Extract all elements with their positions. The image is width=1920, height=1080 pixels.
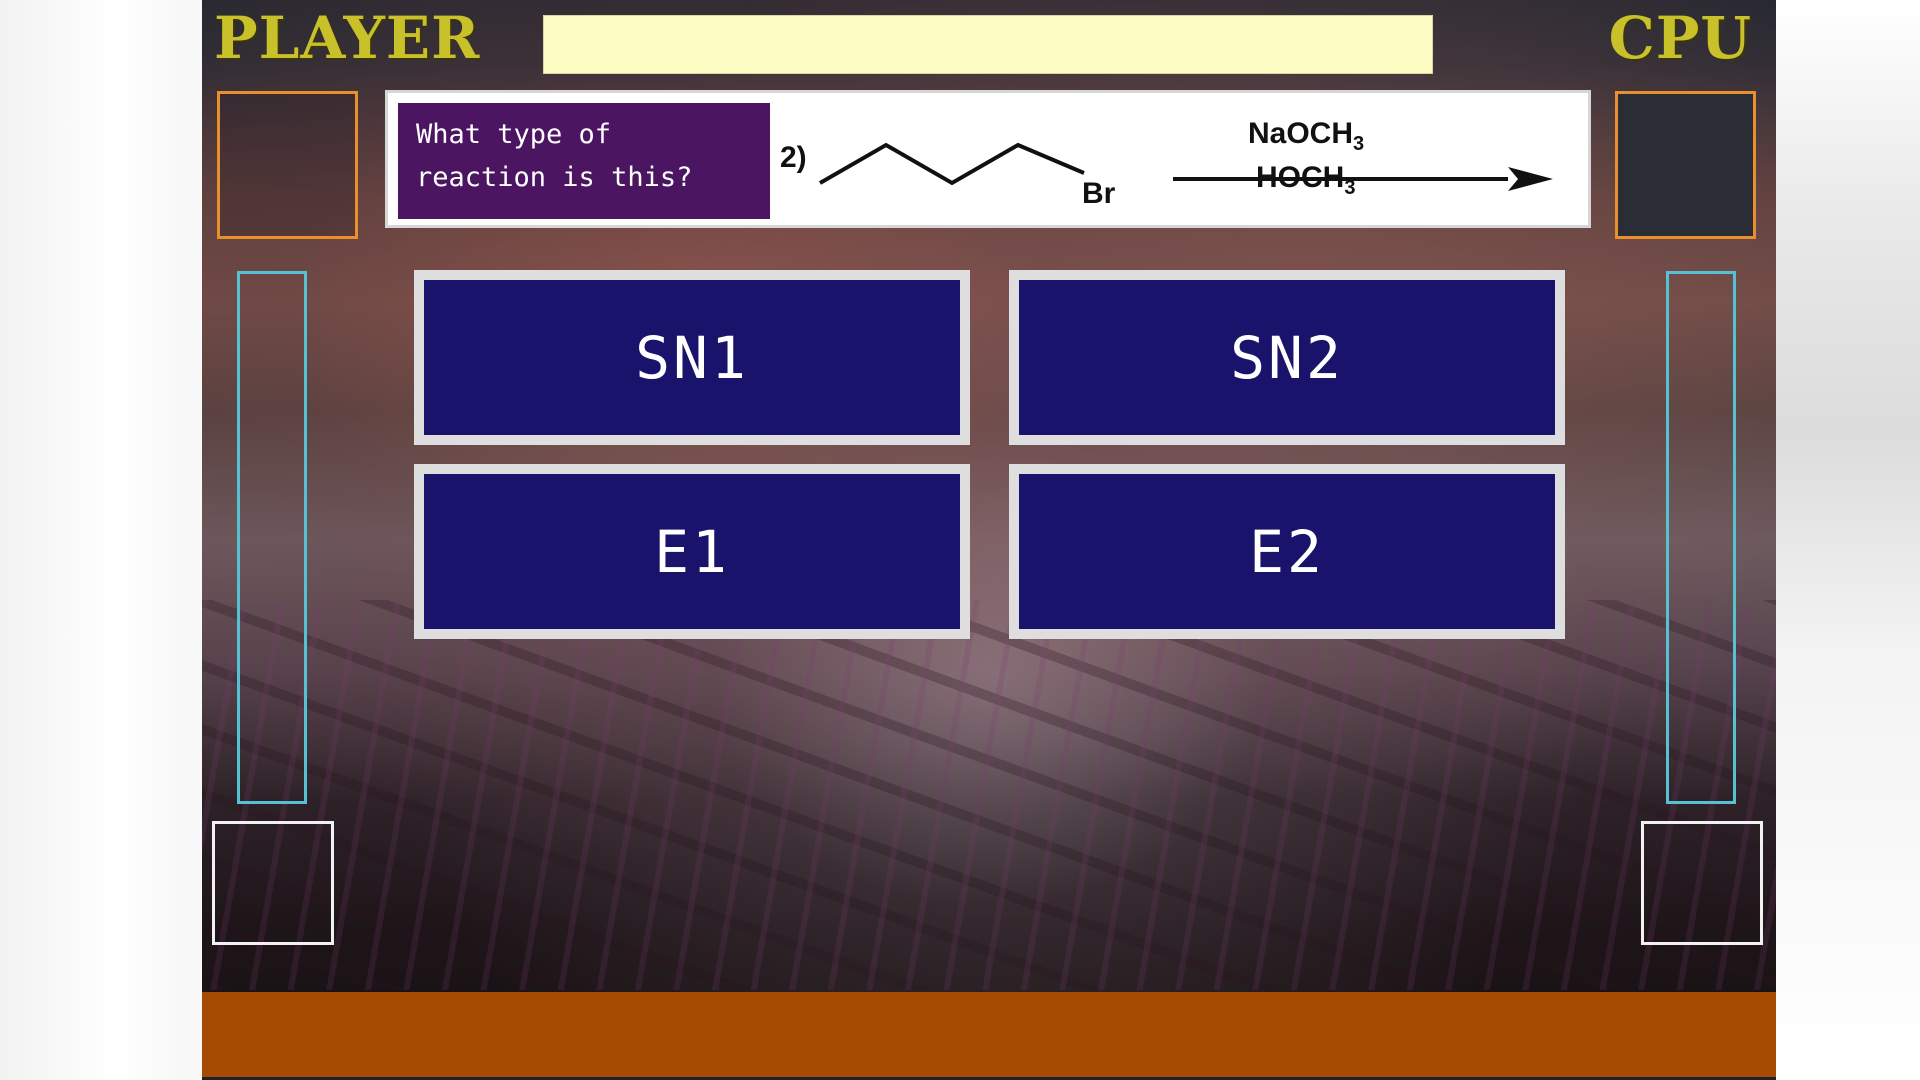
answer-label: SN1 [635,323,749,392]
question-panel: What type of reaction is this? 2) Br NaO… [385,90,1591,228]
reagent-top: NaOCH3 [1248,117,1365,155]
reaction-arrow-head [1508,167,1553,191]
leaving-group-label: Br [1082,177,1116,210]
question-prompt: What type of reaction is this? [398,103,770,219]
cpu-health-bar [1666,271,1736,804]
message-bar [543,15,1433,74]
answer-button-sn2[interactable]: SN2 [1009,270,1565,445]
cpu-title: CPU [1608,4,1752,72]
answer-label: E1 [654,517,730,586]
city-background [202,600,1776,990]
outer-haze [1776,0,1920,1080]
game-screen: PLAYER CPU What type of reaction is this… [202,0,1776,1080]
player-portrait [217,91,358,239]
player-title: PLAYER [214,4,481,72]
reagent-bottom: HOCH3 [1256,161,1356,199]
answer-button-e2[interactable]: E2 [1009,464,1565,639]
bottom-status-bar [202,992,1776,1078]
cpu-item-slot [1641,821,1763,945]
alkyl-chain [819,142,1085,186]
player-item-slot [212,821,334,945]
reaction-diagram: Br [819,142,1553,210]
answer-label: E2 [1249,517,1325,586]
answer-label: SN2 [1230,323,1344,392]
question-text-line1: What type of [416,119,612,150]
player-health-bar [237,271,307,804]
answer-button-sn1[interactable]: SN1 [414,270,970,445]
answer-button-e1[interactable]: E1 [414,464,970,639]
cpu-portrait [1615,91,1756,239]
reaction-number: 2) [780,141,807,174]
question-text-line2: reaction is this? [416,162,693,193]
